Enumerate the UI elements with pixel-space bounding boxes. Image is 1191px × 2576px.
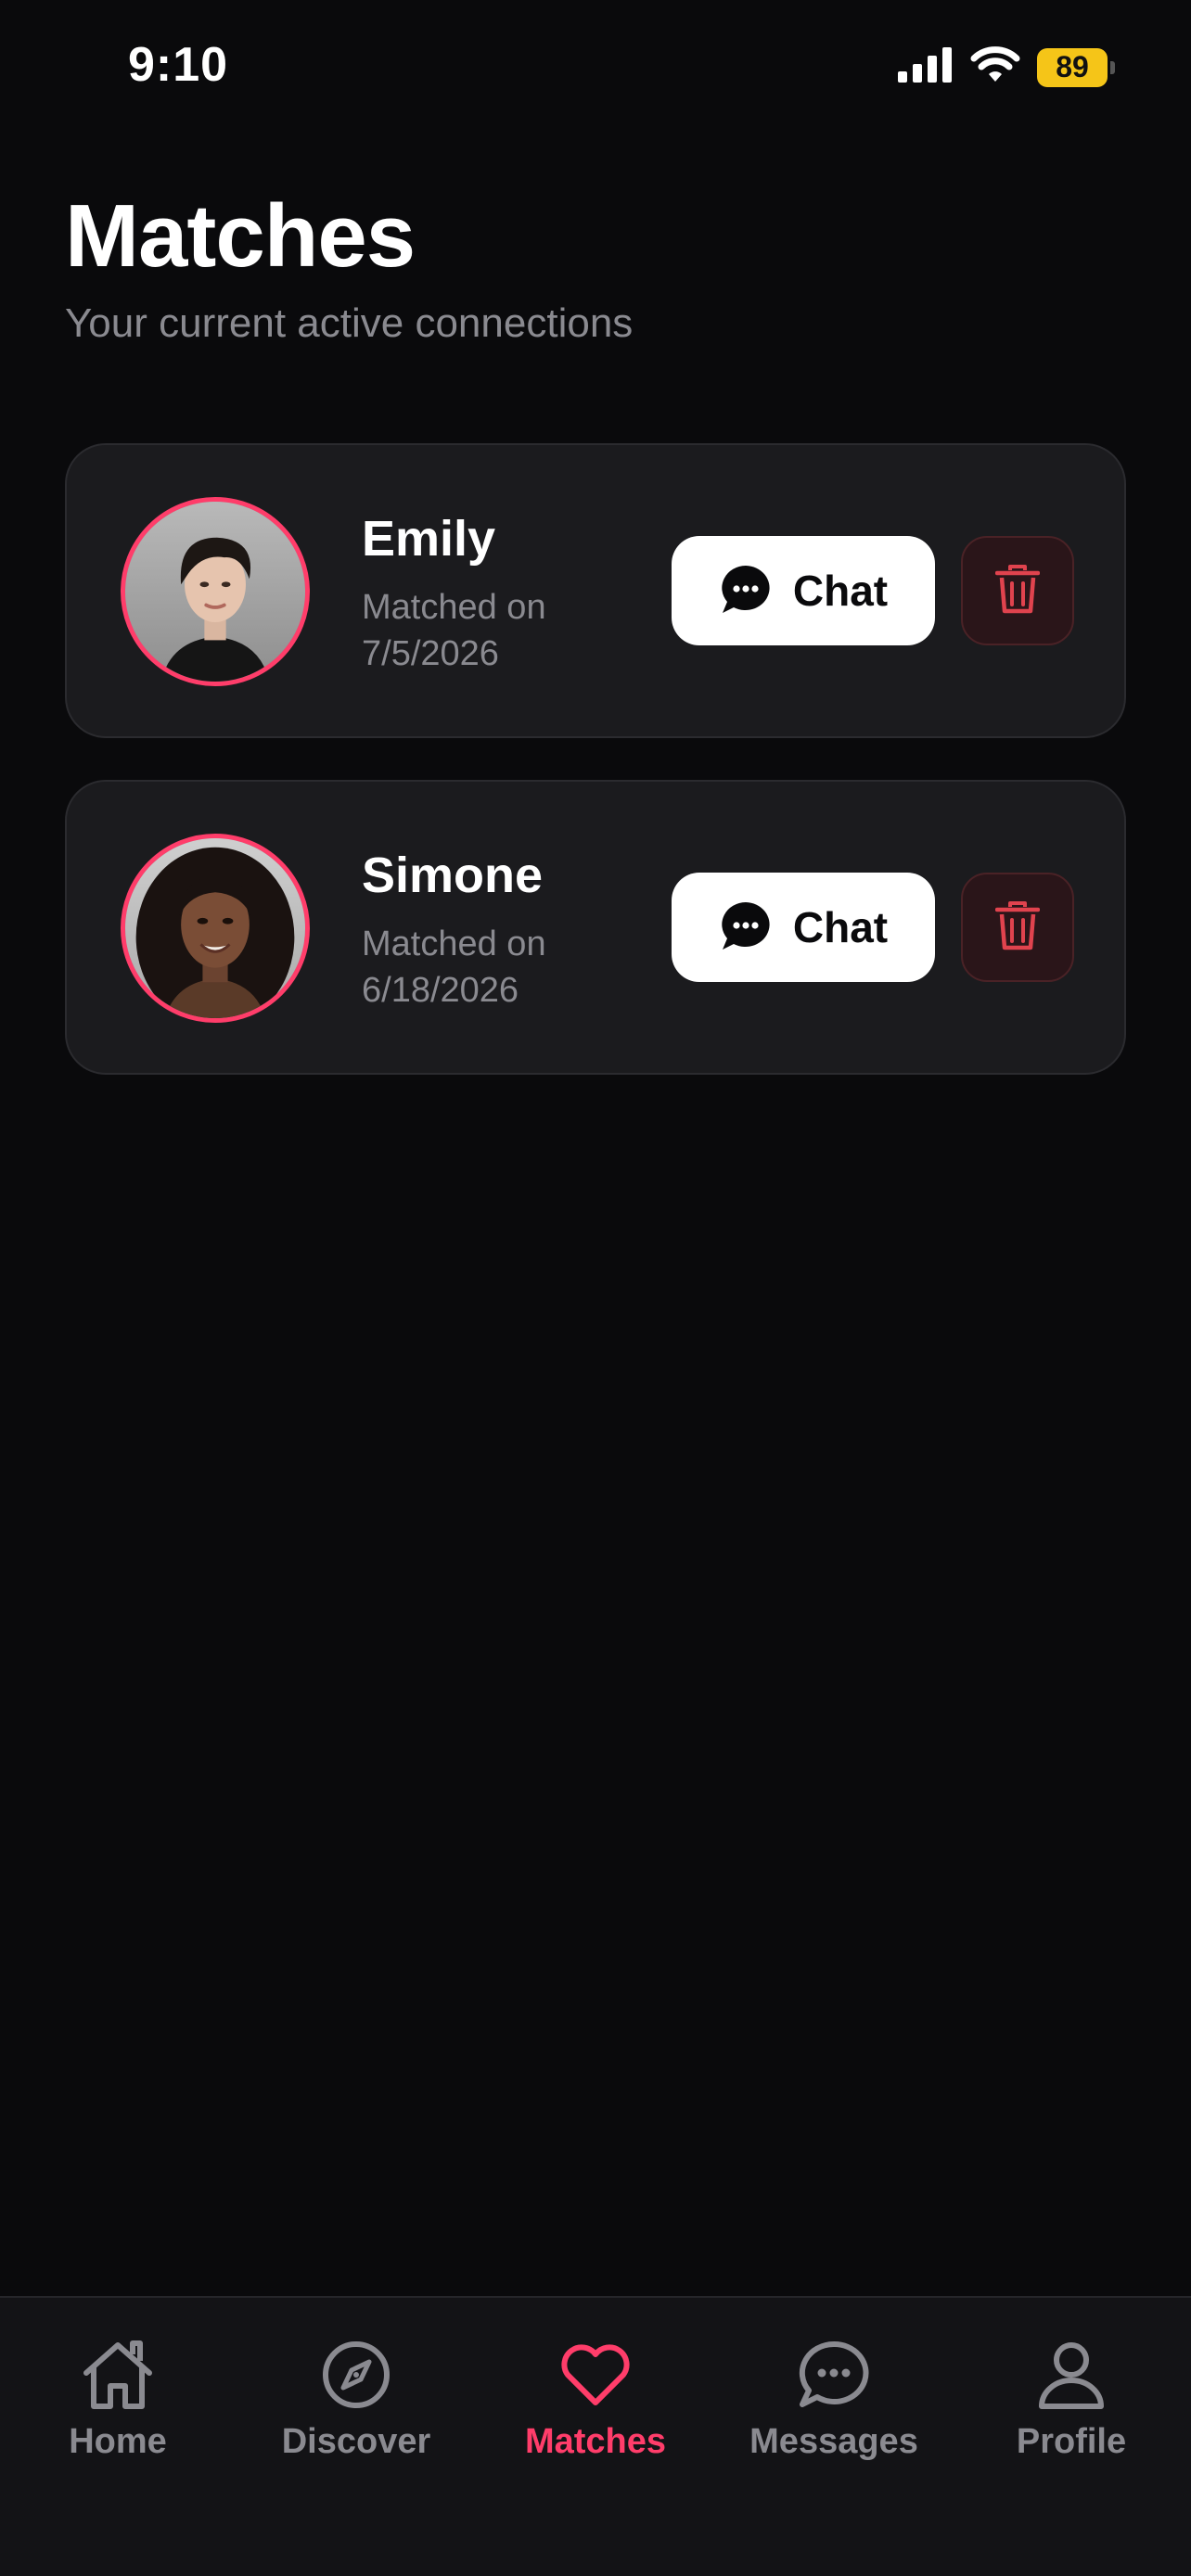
nav-label: Matches [524, 2422, 667, 2461]
nav-item-profile[interactable]: Profile [960, 2335, 1183, 2462]
avatar[interactable] [121, 497, 310, 686]
wifi-icon [970, 46, 1020, 88]
compass-icon [316, 2335, 396, 2415]
nav-item-discover[interactable]: Discover [245, 2335, 467, 2462]
match-date: Matched on 7/5/2026 [362, 588, 546, 673]
status-time: 9:10 [128, 38, 229, 92]
delete-match-button[interactable] [961, 873, 1074, 982]
avatar-photo [125, 838, 305, 1018]
chat-button-label: Chat [792, 567, 889, 615]
matches-screen: 9:10 89 Matches Your current active conn… [0, 0, 1191, 2576]
page-subtitle: Your current active connections [65, 300, 634, 346]
chat-bubble-icon [719, 563, 773, 619]
bottom-nav: Home Discover Matches Messages Profile [0, 2296, 1191, 2576]
status-indicators: 89 [898, 46, 1115, 88]
page-title: Matches [65, 186, 416, 286]
match-name: Simone [362, 848, 544, 903]
status-bar: 9:10 89 [0, 0, 1191, 130]
nav-item-home[interactable]: Home [6, 2335, 229, 2462]
home-icon [78, 2335, 158, 2415]
nav-label: Profile [1016, 2422, 1127, 2461]
chat-button-label: Chat [792, 903, 889, 951]
heart-icon [556, 2335, 635, 2415]
avatar-photo [125, 502, 305, 682]
chat-bubble-icon [794, 2335, 874, 2415]
trash-icon [994, 564, 1041, 618]
cellular-signal-icon [898, 47, 954, 87]
chat-button[interactable]: Chat [672, 873, 935, 982]
person-icon [1031, 2335, 1111, 2415]
battery-tip [1110, 60, 1115, 74]
nav-label: Home [69, 2422, 167, 2461]
battery-level: 89 [1037, 47, 1108, 87]
chat-bubble-icon [719, 899, 773, 956]
avatar[interactable] [121, 834, 310, 1023]
nav-label: Discover [281, 2422, 431, 2461]
nav-item-matches[interactable]: Matches [484, 2335, 707, 2462]
match-name: Emily [362, 511, 496, 567]
nav-item-messages[interactable]: Messages [723, 2335, 945, 2462]
match-date: Matched on 6/18/2026 [362, 925, 546, 1010]
match-card: Simone Matched on 6/18/2026 Chat [65, 780, 1126, 1075]
battery-indicator: 89 [1037, 47, 1115, 87]
chat-button[interactable]: Chat [672, 536, 935, 645]
nav-label: Messages [749, 2422, 918, 2461]
trash-icon [994, 900, 1041, 954]
match-card: Emily Matched on 7/5/2026 Chat [65, 443, 1126, 738]
delete-match-button[interactable] [961, 536, 1074, 645]
